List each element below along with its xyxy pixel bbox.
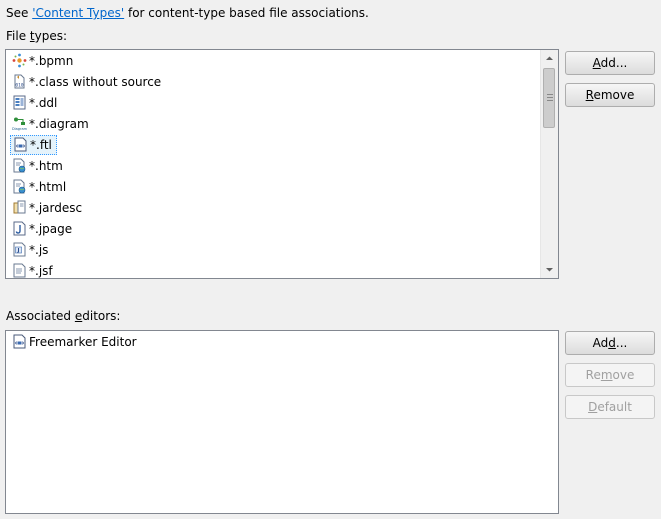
add-label-mnemonic: A: [592, 56, 601, 70]
list-item-label: Freemarker Editor: [29, 335, 137, 349]
list-item[interactable]: *.jpage: [10, 219, 76, 239]
list-item[interactable]: *.jardesc: [10, 198, 86, 218]
freemarker-icon: [12, 334, 27, 349]
file-type-add-button[interactable]: Add...: [565, 51, 655, 75]
list-item[interactable]: *.bpmn: [10, 51, 77, 71]
bpmn-icon: [12, 53, 27, 68]
editor-default-label-mnemonic: D: [588, 400, 598, 414]
list-item[interactable]: *.htm: [10, 156, 67, 176]
freemarker-icon: [13, 137, 28, 152]
list-item[interactable]: *.js: [10, 240, 52, 260]
html-file-icon: [12, 158, 27, 173]
editor-add-label-mnemonic: d: [608, 336, 616, 350]
editor-remove-button[interactable]: Remove: [565, 363, 655, 387]
list-item-label: *.class without source: [29, 75, 162, 89]
editor-remove-label-post: ove: [612, 368, 635, 382]
js-file-icon: [12, 242, 27, 257]
editor-remove-label-mnemonic: m: [600, 368, 613, 382]
hint-suffix: for content-type based file associations…: [124, 6, 369, 20]
editors-label-pre: Associated: [6, 309, 75, 323]
editor-default-label-post: efault: [597, 400, 632, 414]
scroll-up-arrow-icon[interactable]: [541, 50, 558, 67]
list-item-label: *.htm: [29, 159, 63, 173]
content-types-link[interactable]: 'Content Types': [32, 6, 124, 20]
file-types-list[interactable]: *.bpmn 010 *.class without source *.ddl Diag…: [5, 49, 559, 279]
file-types-scrollbar[interactable]: [540, 50, 558, 278]
file-types-label-pre: File: [6, 29, 30, 43]
list-item[interactable]: *.ftl: [10, 135, 57, 155]
list-item-label: *.jsf: [29, 264, 53, 278]
add-label-post: dd...: [600, 56, 628, 70]
editor-remove-label-pre: Re: [585, 368, 601, 382]
editor-add-button[interactable]: Add...: [565, 331, 655, 355]
list-item-label: *.jardesc: [29, 201, 83, 215]
html-file-icon: [12, 179, 27, 194]
list-item-label: *.diagram: [29, 117, 89, 131]
list-item-label: *.ddl: [29, 96, 58, 110]
list-item[interactable]: *.jsf: [10, 261, 57, 278]
remove-label-post: emove: [593, 88, 635, 102]
file-types-label: File types:: [6, 29, 67, 43]
list-item-label: *.html: [29, 180, 67, 194]
hint-prefix: See: [6, 6, 33, 20]
file-type-remove-button[interactable]: Remove: [565, 83, 655, 107]
ddl-icon: [12, 95, 27, 110]
list-item-label: *.ftl: [30, 138, 52, 152]
scroll-thumb[interactable]: [543, 68, 555, 128]
editor-add-label-pre: Ad: [592, 336, 609, 350]
list-item-label: *.jpage: [29, 222, 73, 236]
associated-editors-label: Associated editors:: [6, 309, 120, 323]
jardesc-icon: [12, 200, 27, 215]
list-item-label: *.bpmn: [29, 54, 74, 68]
editors-label-post: ditors:: [82, 309, 121, 323]
svg-text:Diagram: Diagram: [12, 127, 27, 131]
list-item[interactable]: 010 *.class without source: [10, 72, 165, 92]
class-file-icon: 010: [12, 74, 27, 89]
list-item[interactable]: Diagram *.diagram: [10, 114, 93, 134]
file-types-label-post: ypes:: [34, 29, 68, 43]
editor-default-button[interactable]: Default: [565, 395, 655, 419]
jsf-file-icon: [12, 263, 27, 278]
editor-add-label-post: ...: [615, 336, 628, 350]
jpage-icon: [12, 221, 27, 236]
list-item[interactable]: *.html: [10, 177, 70, 197]
list-item-label: *.js: [29, 243, 49, 257]
svg-text:010: 010: [15, 83, 23, 89]
associated-editors-list[interactable]: Freemarker Editor: [5, 330, 559, 514]
list-item[interactable]: *.ddl: [10, 93, 61, 113]
diagram-icon: Diagram: [12, 116, 27, 131]
list-item[interactable]: Freemarker Editor: [10, 332, 141, 352]
scroll-down-arrow-icon[interactable]: [541, 261, 558, 278]
content-types-hint: See 'Content Types' for content-type bas…: [6, 6, 369, 20]
